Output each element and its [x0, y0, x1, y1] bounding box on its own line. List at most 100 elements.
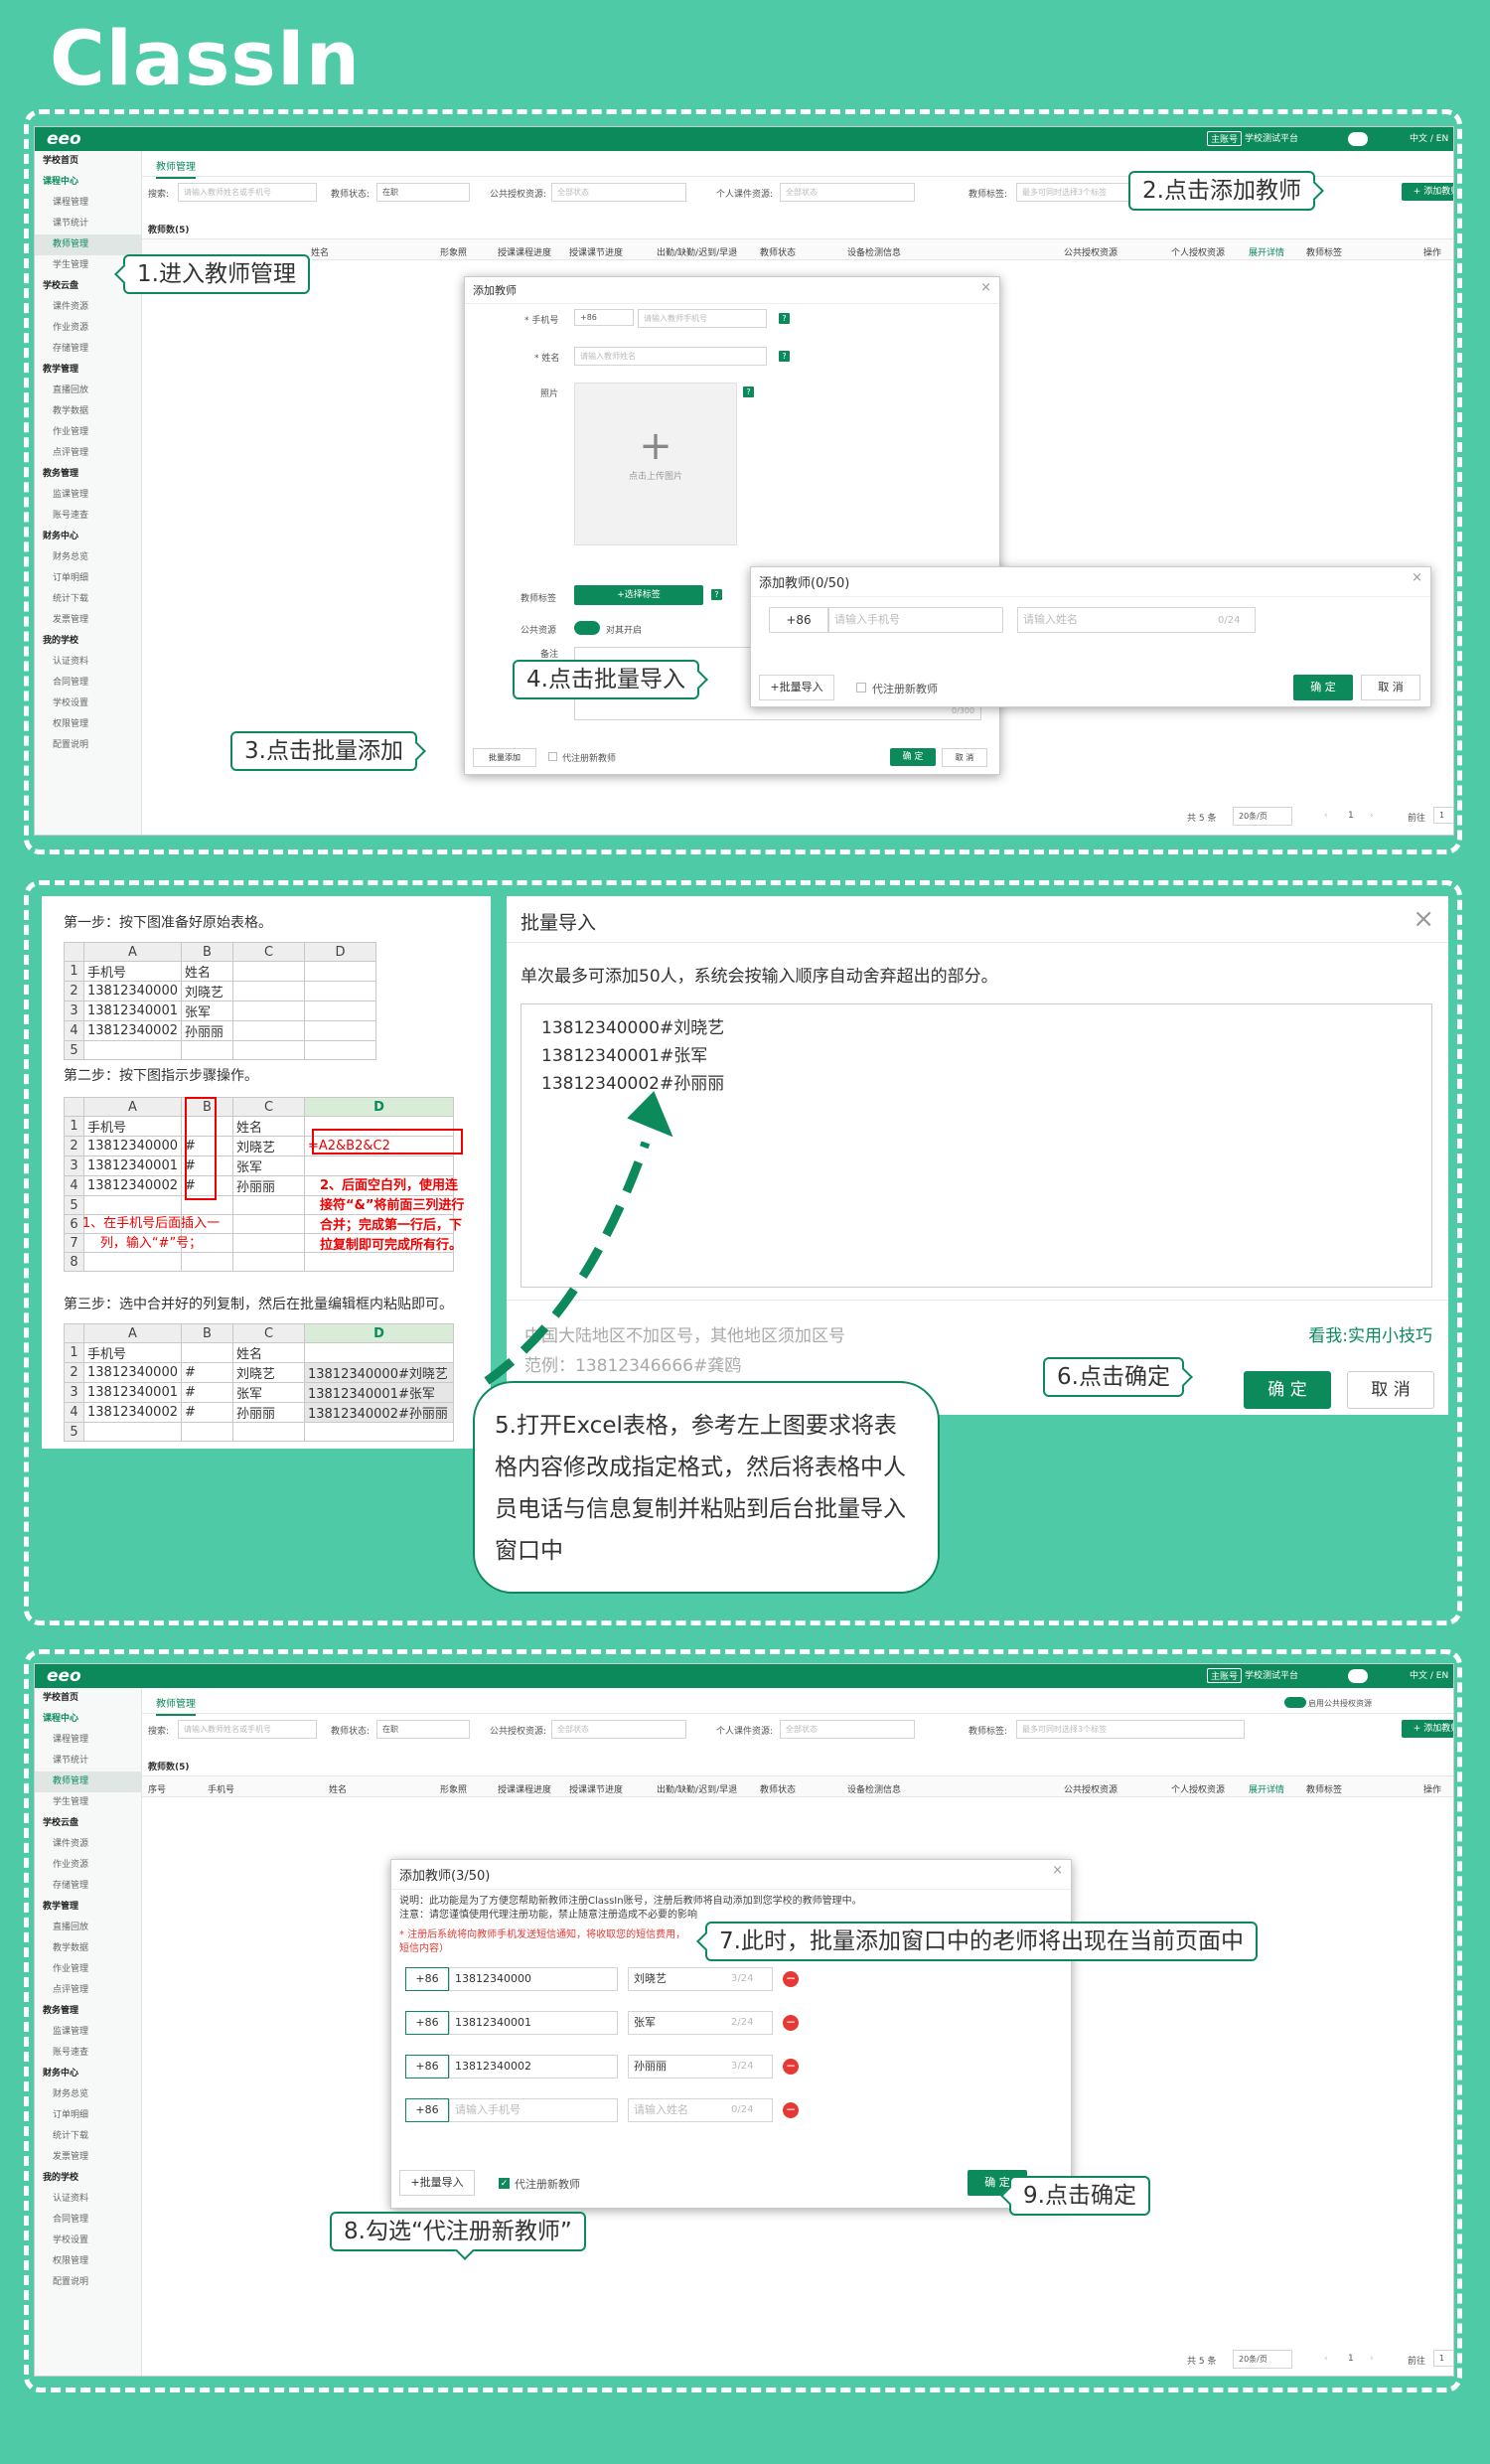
sidebar-item[interactable]: 账号速查 [35, 506, 141, 527]
sidebar-item[interactable]: 课程管理 [35, 1730, 141, 1751]
sidebar-item[interactable]: 教学管理 [35, 360, 141, 381]
sidebar-item[interactable]: 权限管理 [35, 714, 141, 735]
remove-row-icon[interactable]: − [783, 2102, 799, 2118]
sidebar-item[interactable]: 教学数据 [35, 1938, 141, 1959]
sidebar-item[interactable]: 课件资源 [35, 1834, 141, 1855]
lang-switch[interactable]: 中文 / EN [1410, 1668, 1448, 1681]
sidebar-item[interactable]: 统计下载 [35, 2126, 141, 2147]
photo-upload[interactable]: + 点击上传图片 [574, 383, 737, 545]
sidebar-item[interactable]: 监课管理 [35, 485, 141, 506]
sidebar-item[interactable]: 作业管理 [35, 422, 141, 443]
sidebar-item[interactable]: 课程中心 [35, 1709, 141, 1730]
sidebar-item[interactable]: 课节统计 [35, 214, 141, 234]
sidebar-item[interactable]: 学校设置 [35, 2231, 141, 2251]
dialog-ok-button[interactable]: 确 定 [890, 748, 936, 766]
sidebar-item[interactable]: 点评管理 [35, 1980, 141, 2001]
remove-row-icon[interactable]: − [783, 2015, 799, 2031]
sidebar-item[interactable]: 权限管理 [35, 2251, 141, 2272]
remove-row-icon[interactable]: − [783, 2059, 799, 2075]
tab-teacher-management[interactable]: 教师管理 [156, 158, 196, 179]
sidebar-item[interactable]: 教学管理 [35, 1897, 141, 1918]
country-code[interactable]: +86 [405, 2098, 449, 2122]
batch-ok-button[interactable]: 确 定 [1244, 1371, 1331, 1409]
tips-link[interactable]: 看我:实用小技巧 [1308, 1321, 1432, 1346]
add-teacher-button[interactable]: + 添加教师 [1402, 1720, 1453, 1738]
sidebar-item[interactable]: 发票管理 [35, 2147, 141, 2168]
phone-input[interactable]: 请输入教师手机号 [638, 309, 767, 328]
sidebar-item[interactable]: 教学数据 [35, 401, 141, 422]
dialog-cancel-button[interactable]: 取 消 [942, 748, 987, 767]
page-size-select[interactable]: 20条/页 [1233, 2350, 1292, 2369]
sidebar-item[interactable]: 财务中心 [35, 527, 141, 547]
sidebar-item[interactable]: 认证资料 [35, 652, 141, 673]
sidebar-item[interactable]: 学校首页 [35, 1688, 141, 1709]
avatar[interactable] [1348, 132, 1368, 146]
close-icon[interactable]: × [980, 280, 991, 295]
sidebar-item[interactable]: 订单明细 [35, 2105, 141, 2126]
sidebar-item[interactable]: 直播回放 [35, 1918, 141, 1938]
page-number[interactable]: 1 [1348, 811, 1354, 821]
sidebar-item[interactable]: 存储管理 [35, 339, 141, 360]
proxy-register-checkbox-checked[interactable]: ✓ [499, 2178, 510, 2189]
prev-page-icon[interactable]: ‹ [1324, 2354, 1328, 2364]
tab-teacher-management[interactable]: 教师管理 [156, 1695, 196, 1716]
sidebar-item[interactable]: 合同管理 [35, 2210, 141, 2231]
public-res-switch[interactable] [574, 621, 600, 635]
batch-import-button[interactable]: +批量导入 [399, 2170, 475, 2196]
sidebar-item[interactable]: 作业管理 [35, 1959, 141, 1980]
close-icon[interactable]: × [1413, 904, 1434, 934]
public-res-select[interactable]: 全部状态 [551, 183, 686, 202]
status-select[interactable]: 在职 [376, 183, 470, 202]
sidebar-item[interactable]: 统计下载 [35, 589, 141, 610]
sidebar-item[interactable]: 合同管理 [35, 673, 141, 693]
proxy-register-checkbox[interactable] [856, 683, 866, 693]
phone-input[interactable]: 13812340001 [449, 2011, 618, 2035]
next-page-icon[interactable]: › [1370, 811, 1374, 821]
personal-res-select[interactable]: 全部状态 [780, 1720, 915, 1739]
sidebar-item[interactable]: 存储管理 [35, 1876, 141, 1897]
public-switch[interactable] [1284, 1697, 1306, 1708]
sidebar-item[interactable]: 教务管理 [35, 464, 141, 485]
close-icon[interactable]: × [1052, 1863, 1063, 1878]
sidebar-item[interactable]: 财务总览 [35, 2084, 141, 2105]
name-input[interactable]: 请输入教师姓名 [574, 347, 767, 366]
sidebar-item[interactable]: 财务中心 [35, 2064, 141, 2084]
page-size-select[interactable]: 20条/页 [1233, 807, 1292, 826]
sidebar-item[interactable]: 教务管理 [35, 2001, 141, 2022]
sidebar-item[interactable]: 账号速查 [35, 2043, 141, 2064]
help-icon[interactable]: ? [779, 351, 790, 362]
sidebar-item[interactable]: 学生管理 [35, 1792, 141, 1813]
country-code-select[interactable]: +86 [574, 309, 634, 326]
select-tag-button[interactable]: +选择标签 [574, 585, 703, 605]
phone-input[interactable]: 请输入手机号 [449, 2098, 618, 2122]
public-res-select[interactable]: 全部状态 [551, 1720, 686, 1739]
personal-res-select[interactable]: 全部状态 [780, 183, 915, 202]
batch-import-button[interactable]: +批量导入 [759, 675, 834, 700]
next-page-icon[interactable]: › [1370, 2354, 1374, 2364]
sidebar-item[interactable]: 课件资源 [35, 297, 141, 318]
dialog-cancel-button[interactable]: 取 消 [1361, 675, 1420, 700]
teacher-tag-select[interactable]: 最多可同时选择3个标签 [1016, 1720, 1245, 1739]
sidebar-item[interactable]: 作业资源 [35, 318, 141, 339]
status-select[interactable]: 在职 [376, 1720, 470, 1739]
add-teacher-button[interactable]: + 添加教师 [1402, 183, 1453, 201]
sidebar-item[interactable]: 学校云盘 [35, 1813, 141, 1834]
sidebar-item[interactable]: 教师管理 [35, 1771, 141, 1792]
sidebar-item[interactable]: 我的学校 [35, 2168, 141, 2189]
batch-cancel-button[interactable]: 取 消 [1347, 1371, 1434, 1409]
help-icon[interactable]: ? [779, 313, 790, 324]
country-code[interactable]: +86 [405, 2011, 449, 2035]
proxy-register-checkbox[interactable] [548, 752, 557, 761]
help-icon[interactable]: ? [711, 589, 722, 600]
sidebar-item[interactable]: 课程管理 [35, 193, 141, 214]
org-name[interactable]: 学校测试平台 [1245, 131, 1298, 144]
org-name[interactable]: 学校测试平台 [1245, 1668, 1298, 1681]
sidebar-item[interactable]: 教师管理 [35, 234, 141, 255]
goto-input[interactable]: 1 [1433, 807, 1453, 824]
sidebar-item[interactable]: 配置说明 [35, 2272, 141, 2293]
country-code[interactable]: +86 [769, 607, 828, 633]
phone-input[interactable]: 请输入手机号 [828, 607, 1003, 633]
sidebar-item[interactable]: 配置说明 [35, 735, 141, 756]
country-code[interactable]: +86 [405, 1967, 449, 1991]
sidebar-item[interactable]: 课节统计 [35, 1751, 141, 1771]
